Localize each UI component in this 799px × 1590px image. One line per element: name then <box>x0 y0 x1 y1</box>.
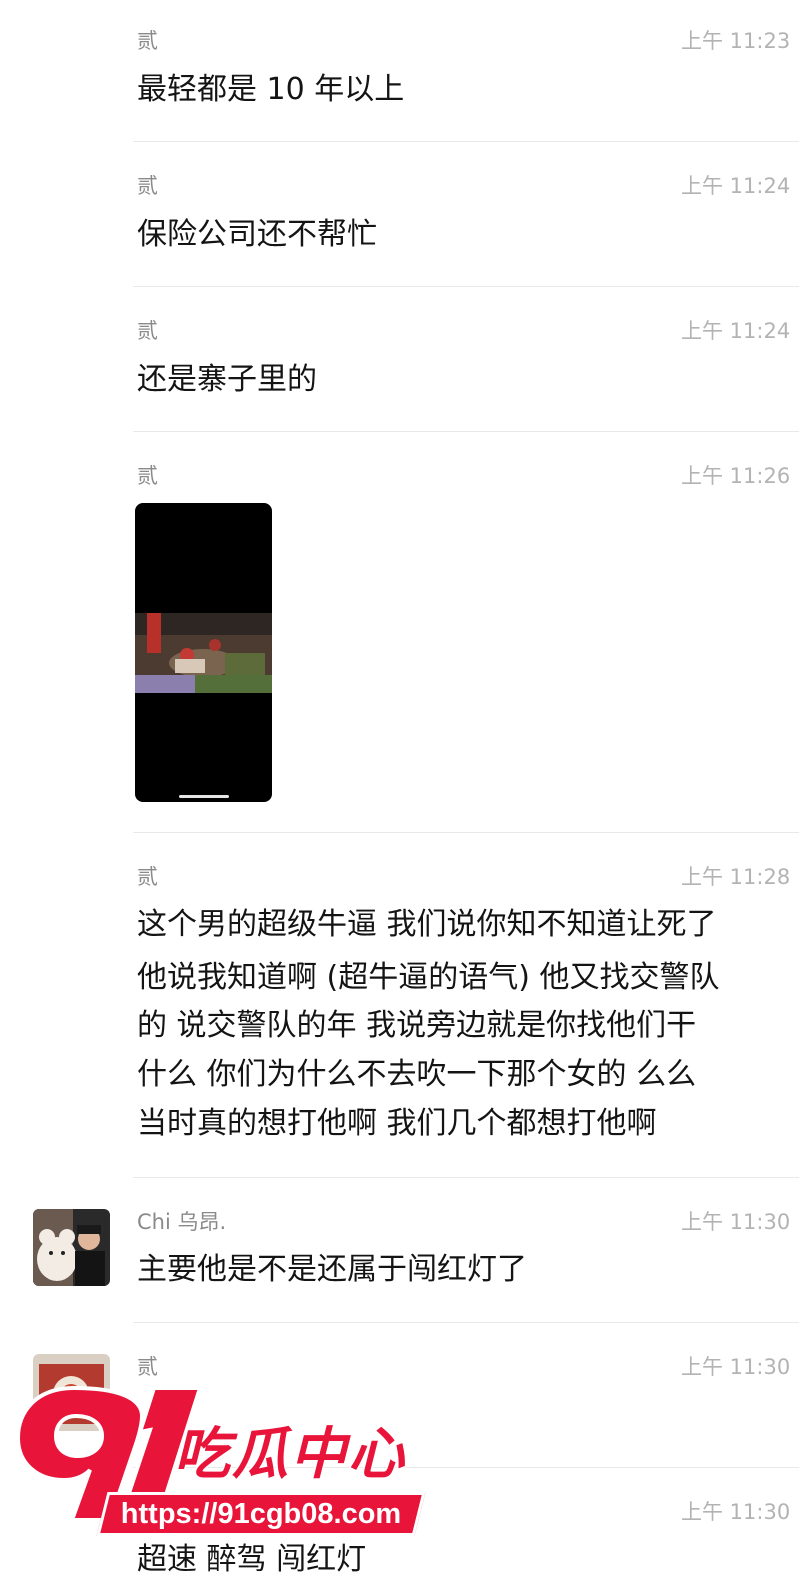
sender-name: 贰 <box>137 1355 158 1379</box>
divider <box>133 141 799 142</box>
message-time: 上午 11:30 <box>681 1210 791 1234</box>
sender-name: 贰 <box>137 29 158 53</box>
message-text: 保险公司还不帮忙 <box>137 217 377 252</box>
divider <box>133 431 799 432</box>
sender-name: 贰 <box>137 319 158 343</box>
message-time: 上午 11:28 <box>681 865 791 889</box>
sender-name: Chi 乌昂. <box>137 1210 227 1234</box>
watermark-name: 吃瓜中心 <box>173 1421 406 1489</box>
message-text: 还是寨子里的 <box>137 362 317 397</box>
message-time: 上午 11:24 <box>681 174 791 198</box>
message-text-line: 当时真的想打他啊 我们几个都想打他啊 <box>137 1106 657 1141</box>
message-text-line: 的 说交警队的年 我说旁边就是你找他们干 <box>137 1008 697 1043</box>
message-time: 上午 11:26 <box>681 464 791 488</box>
divider <box>133 832 799 833</box>
divider <box>133 1322 799 1323</box>
divider <box>133 286 799 287</box>
message-text-line: 这个男的超级牛逼 我们说你知不知道让死了 <box>137 907 717 942</box>
message-time: 上午 11:24 <box>681 319 791 343</box>
video-progress-indicator <box>179 795 229 798</box>
divider <box>133 1177 799 1178</box>
sender-name: 贰 <box>137 464 158 488</box>
message-text-line: 他说我知道啊 (超牛逼的语气) 他又找交警队 <box>137 960 720 995</box>
watermark-url: https://91cgb08.com <box>120 1498 402 1530</box>
message-text-line: 什么 你们为什么不去吹一下那个女的 么么 <box>137 1057 697 1092</box>
sender-name: 贰 <box>137 865 158 889</box>
message-time: 上午 11:30 <box>681 1355 791 1379</box>
message-text: 最轻都是 10 年以上 <box>137 72 405 107</box>
message-time: 上午 11:23 <box>681 29 791 53</box>
message-time: 上午 11:30 <box>681 1500 791 1524</box>
video-thumbnail[interactable] <box>135 503 272 802</box>
avatar[interactable] <box>33 1209 110 1286</box>
message-text: 主要他是不是还属于闯红灯了 <box>137 1252 527 1287</box>
watermark-url-banner: https://91cgb08.com <box>96 1492 426 1536</box>
sender-name: 贰 <box>137 174 158 198</box>
video-frame <box>135 613 272 693</box>
watermark-logo: 吃瓜中心 https://91cgb08.com <box>14 1380 434 1550</box>
